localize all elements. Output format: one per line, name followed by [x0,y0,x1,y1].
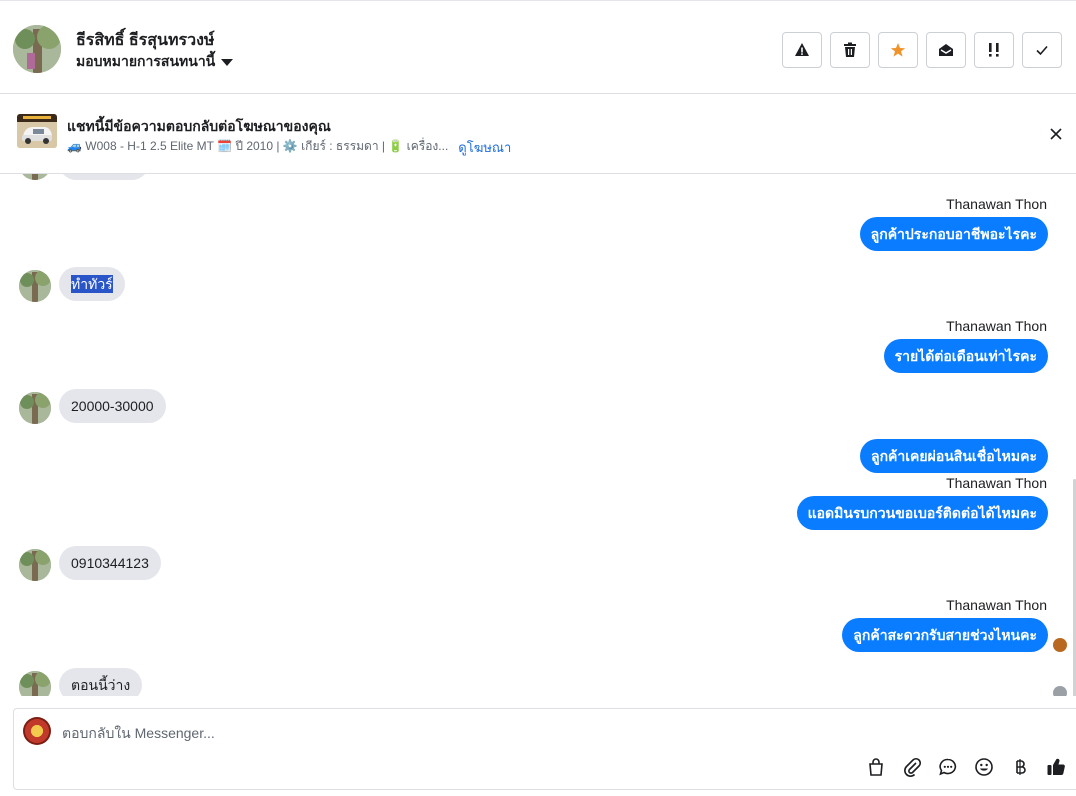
composer-tools [866,757,1066,777]
exclamation-icon [989,43,999,57]
ad-description: 🚙 W008 - H-1 2.5 Elite MT 🗓️ ปี 2010 | ⚙… [67,139,449,153]
assign-label: มอบหมายการสนทนานี้ [76,53,216,69]
mark-unread-button[interactable] [926,32,966,68]
message-bubble-outgoing[interactable]: รายได้ต่อเดือนเท่าไรคะ [883,339,1048,373]
message-bubble-incoming[interactable]: ตอนนี้ว่าง [59,668,143,696]
contact-avatar-small [19,549,51,581]
contact-name[interactable]: ธีรสิทธิ์ ธีรสุนทรวงษ์ [76,28,214,53]
message-bubble-incoming [59,174,149,180]
check-icon [1036,45,1048,56]
contact-avatar[interactable] [13,25,61,73]
message-bubble-outgoing[interactable]: แอดมินรบกวนขอเบอร์ติดต่อได้ไหมคะ [796,496,1048,530]
message-bubble-outgoing[interactable]: ลูกค้าสะดวกรับสายช่วงไหนคะ [842,618,1048,652]
contact-avatar-small [19,671,51,696]
ad-reply-banner: แชทนี้มีข้อความตอบกลับต่อโฆษณาของคุณ 🚙 W… [0,94,1076,174]
sender-name: Thanawan Thon [946,475,1047,491]
sender-name: Thanawan Thon [946,318,1047,334]
ad-reply-title: แชทนี้มีข้อความตอบกลับต่อโฆษณาของคุณ [67,118,331,134]
caret-down-icon [221,59,234,66]
chat-bubble-icon[interactable] [938,757,958,777]
message-bubble-incoming[interactable]: 0910344123 [59,546,161,580]
warning-icon [795,43,809,56]
close-icon [1050,128,1062,140]
done-button[interactable] [1022,32,1062,68]
reply-composer: ตอบกลับใน Messenger... [13,708,1076,790]
assign-conversation-dropdown[interactable]: มอบหมายการสนทนานี้ [76,51,234,73]
message-bubble-outgoing[interactable]: ลูกค้าเคยผ่อนสินเชื่อไหมคะ [859,439,1048,473]
emoji-icon[interactable] [974,757,994,777]
envelope-open-icon [939,44,953,56]
report-spam-button[interactable] [782,32,822,68]
ad-thumbnail[interactable] [17,114,57,148]
thumbs-up-icon[interactable] [1046,757,1066,777]
follow-up-button[interactable] [974,32,1014,68]
reply-input[interactable]: ตอบกลับใน Messenger... [62,723,215,745]
sender-name: Thanawan Thon [946,597,1047,613]
star-icon [890,43,906,57]
page-avatar [23,717,51,745]
sender-name: Thanawan Thon [946,196,1047,212]
delete-button[interactable] [830,32,870,68]
contact-avatar-small [19,270,51,302]
message-bubble-incoming[interactable]: ทำทัวร์ [59,267,125,301]
message-bubble-outgoing[interactable]: ลูกค้าประกอบอาชีพอะไรคะ [859,217,1048,251]
ad-description-line: 🚙 W008 - H-1 2.5 Elite MT 🗓️ ปี 2010 | ⚙… [67,137,511,158]
seen-avatar [1053,686,1067,696]
close-banner-button[interactable] [1048,126,1064,142]
conversation-header: ธีรสิทธิ์ ธีรสุนทรวงษ์ มอบหมายการสนทนานี… [0,0,1076,94]
seen-avatar [1053,638,1067,652]
baht-icon[interactable] [1010,757,1030,777]
star-button[interactable] [878,32,918,68]
contact-avatar-small [19,174,51,180]
view-ad-link[interactable]: ดูโฆษณา [458,137,511,158]
contact-avatar-small [19,392,51,424]
header-actions [782,32,1062,68]
selected-text: ทำทัวร์ [71,275,113,293]
message-bubble-incoming[interactable]: 20000-30000 [59,389,166,423]
paperclip-icon[interactable] [902,757,922,777]
trash-icon [844,42,856,57]
message-thread[interactable]: Thanawan Thon ลูกค้าประกอบอาชีพอะไรคะ ทำ… [0,174,1076,696]
shopping-bag-icon[interactable] [866,757,886,777]
